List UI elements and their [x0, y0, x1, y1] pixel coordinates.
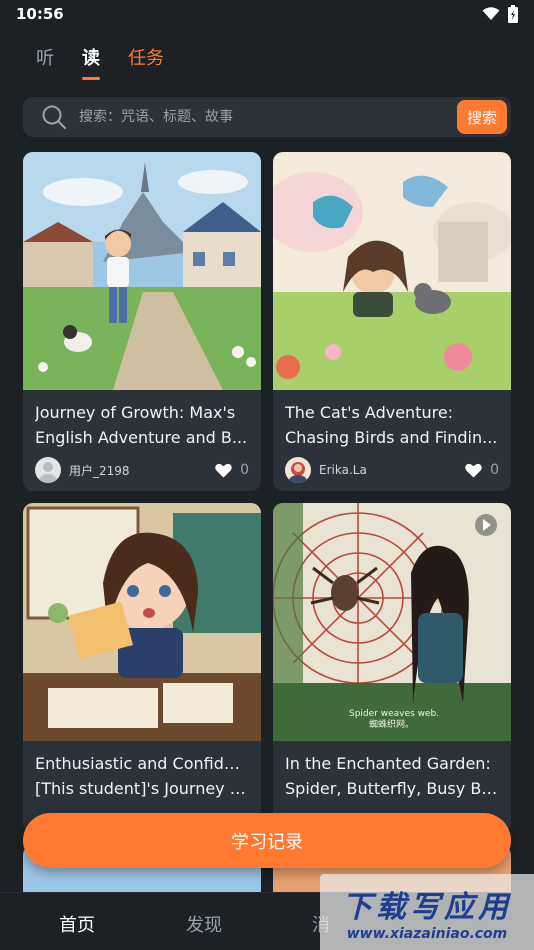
top-tabs: 听 读 任务 — [36, 44, 164, 80]
author-name[interactable]: Erika.La — [319, 463, 465, 477]
watermark-logo: 下载写应用 www.xiazainiao.com — [320, 874, 534, 950]
story-cover-image: Spider weaves web. 蜘蛛织网。 — [273, 503, 511, 741]
search-input[interactable] — [79, 109, 511, 125]
battery-icon — [508, 5, 518, 23]
story-title-line: Journey of Growth: Max's — [35, 403, 236, 422]
story-title: In the Enchanted Garden: Spider, Butterf… — [273, 741, 511, 801]
like-button[interactable]: 0 — [215, 462, 249, 478]
tab-tasks[interactable]: 任务 — [128, 44, 164, 80]
tab-active-indicator — [82, 77, 100, 80]
story-meta: 用户_2198 0 — [23, 450, 261, 484]
heart-icon — [215, 463, 232, 477]
tab-listen[interactable]: 听 — [36, 44, 54, 80]
story-title: The Cat's Adventure: Chasing Birds and F… — [273, 390, 511, 450]
status-time: 10:56 — [16, 5, 64, 23]
search-bar: 搜索 — [23, 97, 511, 137]
image-caption: Spider weaves web. — [349, 709, 439, 719]
like-count: 0 — [490, 462, 499, 478]
tab-read[interactable]: 读 — [82, 44, 100, 80]
search-button[interactable]: 搜索 — [457, 100, 507, 134]
story-card[interactable]: Spider weaves web. 蜘蛛织网。 In the Enchante… — [273, 503, 511, 833]
nav-discover[interactable]: 发现 — [186, 911, 222, 937]
wifi-icon — [482, 7, 500, 20]
status-icons — [482, 5, 518, 23]
story-title-line: Enthusiastic and Confident: — [35, 754, 249, 773]
heart-icon — [465, 463, 482, 477]
story-card[interactable]: The Cat's Adventure: Chasing Birds and F… — [273, 152, 511, 491]
story-cover-image — [23, 503, 261, 741]
watermark-url: www.xiazainiao.com — [346, 926, 508, 942]
story-meta: Erika.La 0 — [273, 450, 511, 484]
story-title-line: The Cat's Adventure: — [285, 403, 454, 422]
author-name[interactable]: 用户_2198 — [69, 462, 215, 479]
image-caption-cn: 蜘蛛织网。 — [369, 718, 414, 730]
like-button[interactable]: 0 — [465, 462, 499, 478]
search-icon — [41, 104, 67, 130]
status-bar: 10:56 — [0, 0, 534, 28]
study-record-button[interactable]: 学习记录 — [23, 813, 511, 868]
like-count: 0 — [240, 462, 249, 478]
story-title: Enthusiastic and Confident: [This studen… — [23, 741, 261, 801]
story-title-line: Spider, Butterfly, Busy Be... — [285, 779, 499, 798]
story-cover-image — [273, 152, 511, 390]
tab-read-label: 读 — [82, 48, 100, 69]
story-title-line: In the Enchanted Garden: — [285, 754, 491, 773]
story-title-line: Chasing Birds and Findin... — [285, 428, 498, 447]
story-card[interactable]: Journey of Growth: Max's English Adventu… — [23, 152, 261, 491]
avatar[interactable] — [285, 457, 311, 483]
story-cover-image — [23, 152, 261, 390]
nav-home[interactable]: 首页 — [59, 911, 95, 937]
story-title: Journey of Growth: Max's English Adventu… — [23, 390, 261, 450]
watermark-title: 下载写应用 — [342, 890, 512, 925]
story-title-line: English Adventure and B... — [35, 428, 248, 447]
story-title-line: [This student]'s Journey t... — [35, 779, 249, 798]
story-card[interactable]: Enthusiastic and Confident: [This studen… — [23, 503, 261, 833]
avatar[interactable] — [35, 457, 61, 483]
